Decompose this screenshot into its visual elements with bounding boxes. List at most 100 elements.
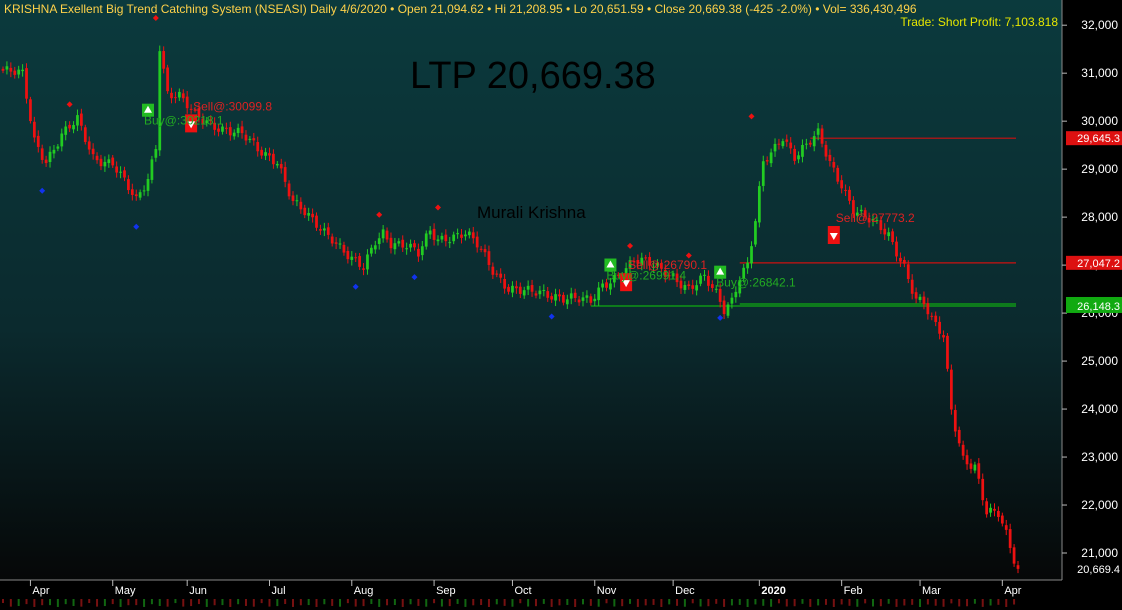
volume-bar — [817, 599, 820, 606]
candle-body — [452, 234, 456, 242]
volume-bar — [487, 599, 490, 607]
candle-body — [483, 249, 487, 253]
candle-body — [123, 170, 126, 178]
candle-body — [87, 141, 91, 150]
candle-body — [272, 153, 275, 165]
volume-bar — [652, 599, 655, 605]
candle-body — [1016, 565, 1020, 569]
candle-body — [848, 189, 851, 201]
candle-body — [707, 275, 710, 286]
candle-body — [836, 167, 840, 182]
candle-body — [326, 227, 330, 235]
volume-bar — [252, 599, 255, 607]
sell-signal-label: Sell@:30099.8 — [193, 99, 272, 113]
candle-body — [922, 296, 926, 305]
volume-bar — [809, 599, 812, 607]
candle-body — [252, 138, 256, 141]
candle-body — [585, 295, 589, 298]
candle-body — [534, 293, 538, 296]
candle-body — [899, 257, 902, 262]
candle-body — [973, 464, 977, 471]
sell-signal-label: Sell@:27773.2 — [836, 211, 915, 225]
volume-bar — [644, 599, 647, 606]
candle-body — [138, 192, 142, 198]
candle-body — [577, 299, 581, 303]
candle-body — [938, 321, 941, 334]
candle-body — [718, 288, 722, 302]
candle-body — [691, 285, 695, 289]
x-tick-label: Sep — [436, 585, 456, 597]
candle-body — [236, 127, 240, 134]
price-chart[interactable]: 21,00022,00023,00024,00025,00026,00027,0… — [0, 0, 1122, 610]
candle-body — [56, 146, 60, 149]
volume-bar — [715, 599, 718, 604]
volume-bar — [135, 599, 138, 606]
y-tick-label: 23,000 — [1081, 450, 1118, 464]
volume-bar — [550, 599, 553, 607]
candle-body — [777, 143, 781, 145]
buy-signal-label: Buy@:26991.4 — [606, 269, 686, 283]
candle-body — [162, 51, 166, 69]
candle-body — [883, 228, 887, 235]
candle-body — [5, 66, 9, 70]
trade-status: Trade: Short Profit: 7,103.818 — [900, 15, 1058, 29]
candle-body — [350, 256, 354, 260]
candle-body — [526, 285, 530, 290]
candle-body — [377, 238, 381, 244]
candle-body — [397, 241, 401, 244]
candle-body — [127, 179, 130, 191]
volume-bar — [966, 599, 969, 607]
volume-bar — [770, 599, 773, 607]
chart-window: 21,00022,00023,00024,00025,00026,00027,0… — [0, 0, 1122, 610]
volume-bar — [244, 599, 247, 606]
candle-body — [158, 51, 162, 151]
candle-body — [942, 335, 945, 338]
y-tick-label: 30,000 — [1081, 114, 1118, 128]
candle-body — [228, 127, 232, 136]
x-tick-label: Apr — [1004, 585, 1021, 597]
candle-body — [119, 171, 122, 173]
candle-body — [761, 161, 765, 186]
candle-body — [373, 245, 377, 250]
candle-body — [542, 289, 546, 291]
candle-body — [295, 200, 299, 202]
volume-bar — [197, 599, 200, 605]
chart-title-line: KRISHNA Exellent Big Trend Catching Syst… — [4, 2, 917, 16]
candle-body — [409, 243, 412, 248]
candle-body — [60, 133, 64, 147]
candle-body — [232, 132, 236, 137]
volume-bar — [41, 599, 44, 606]
candle-body — [467, 231, 471, 236]
candle-body — [279, 164, 283, 169]
candle-body — [926, 303, 930, 315]
candle-body — [710, 284, 714, 288]
candle-body — [565, 299, 569, 305]
candle-body — [413, 243, 416, 248]
candle-body — [750, 246, 753, 264]
candle-body — [389, 237, 393, 249]
candle-body — [1004, 525, 1008, 530]
candle-body — [789, 142, 793, 149]
candle-body — [64, 126, 68, 135]
candle-body — [518, 286, 522, 294]
candle-body — [311, 213, 314, 218]
candle-body — [185, 96, 189, 109]
volume-bar — [574, 599, 577, 607]
volume-bar — [997, 599, 1000, 605]
candle-body — [503, 279, 506, 289]
candle-body — [456, 233, 459, 235]
volume-bar — [166, 599, 169, 607]
volume-bar — [103, 599, 106, 607]
candle-body — [29, 99, 32, 122]
volume-bar — [323, 599, 326, 605]
candle-body — [515, 286, 518, 289]
volume-bar — [911, 599, 914, 605]
candle-body — [150, 159, 154, 180]
candle-body — [248, 138, 252, 140]
candle-body — [1000, 515, 1004, 524]
candle-body — [812, 136, 816, 147]
candle-body — [844, 189, 847, 191]
volume-bar — [926, 599, 929, 605]
candle-body — [91, 148, 95, 155]
candle-body — [781, 141, 785, 147]
